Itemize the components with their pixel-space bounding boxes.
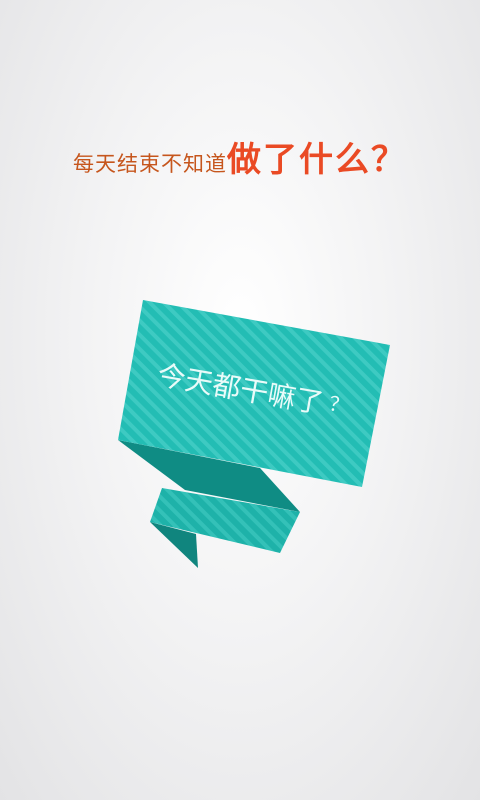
folded-ribbon-banner: 今天都干嘛了 ？ bbox=[118, 300, 390, 568]
banner-question-mark: ？ bbox=[327, 391, 351, 418]
